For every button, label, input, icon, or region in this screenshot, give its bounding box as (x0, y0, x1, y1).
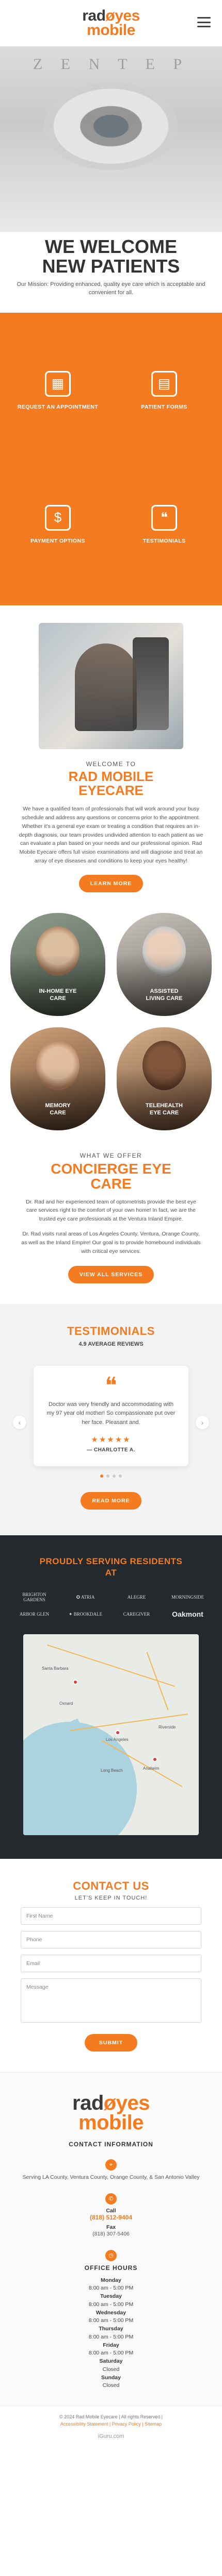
partner-logo: MORNINGSIDE (171, 1595, 204, 1600)
service-area-map[interactable]: Santa Barbara Oxnard Los Angeles Long Be… (23, 1634, 199, 1836)
eye-closeup (44, 82, 178, 170)
footer-logo[interactable]: radøyes mobile (21, 2093, 201, 2133)
contact-subtitle: LET'S KEEP IN TOUCH! (74, 1895, 148, 1902)
services-grid: IN-HOME EYE CARE ASSISTED LIVING CARE MEMO… (0, 912, 222, 1139)
partner-logos: BRIGHTON GARDENS ✪ ATRIA ALEGRE MORNINGS… (12, 1592, 210, 1619)
call-number[interactable]: (818) 512-9404 (21, 2214, 201, 2221)
message-field[interactable]: Message (21, 1978, 201, 2023)
wallet-icon: $ (45, 504, 71, 531)
partner-logo: ✦ BROOKDALE (68, 1612, 103, 1617)
service-memory-care[interactable]: MEMORY CARE (10, 1027, 105, 1130)
welcome-block: WE WELCOME NEW PATIENTS Our Mission: Prov… (0, 232, 222, 313)
testimonials-section: TESTIMONIALS 4.9 AVERAGE REVIEWS ‹ › ❝ D… (0, 1304, 222, 1535)
concierge-text-1: Dr. Rad and her experienced team of opto… (26, 1198, 196, 1223)
testimonials-title: TESTIMONIALS (67, 1325, 155, 1338)
copyright-bar: © 2024 Rad Mobile Eyecare | All rights R… (0, 2405, 222, 2453)
hamburger-menu-icon[interactable] (197, 17, 211, 27)
prev-arrow-icon[interactable]: ‹ (13, 1416, 26, 1430)
serving-section: PROUDLY SERVING RESIDENTS AT BRIGHTON GAR… (0, 1535, 222, 1859)
quote-icon: ❝ (105, 1373, 117, 1399)
learn-more-button[interactable]: LEARN MORE (78, 874, 144, 892)
service-assisted-living[interactable]: ASSISTED LIVING CARE (117, 912, 212, 1016)
carousel-dots[interactable] (15, 1474, 207, 1478)
office-hours-list: Monday 8:00 am - 5:00 PM Tuesday 8:00 am -… (88, 2277, 134, 2389)
testimonial-author: — CHARLOTTE A. (87, 1447, 135, 1453)
office-hours-title: OFFICE HOURS (84, 2264, 138, 2272)
email-field[interactable]: Email (21, 1955, 201, 1973)
partner-logo: Oakmont (172, 1610, 203, 1619)
map-pin-icon[interactable] (73, 1680, 78, 1685)
about-title: RAD MOBILE EYECARE (68, 768, 154, 798)
about-section: WELCOME TO RAD MOBILE EYECARE We have a q… (0, 605, 222, 913)
eye-chart-letters: Z E N T E P (33, 56, 189, 73)
fax-label: Fax (106, 2224, 116, 2230)
location-icon: ⌖ (105, 2159, 117, 2171)
contact-title: CONTACT US (73, 1879, 149, 1893)
clock-icon: ◷ (105, 2249, 117, 2261)
map-city-label: Oxnard (59, 1701, 73, 1706)
call-label: Call (106, 2207, 116, 2214)
partner-logo: CAREGIVER (123, 1612, 150, 1617)
star-rating: ★★★★★ (91, 1435, 131, 1444)
contact-section: CONTACT US LET'S KEEP IN TOUCH! First Na… (0, 1859, 222, 2072)
partner-logo: ALEGRE (127, 1595, 146, 1600)
optometrist-photo (39, 622, 183, 749)
footer: radøyes mobile CONTACT INFORMATION ⌖ Ser… (0, 2072, 222, 2406)
read-more-button[interactable]: READ MORE (81, 1492, 141, 1510)
map-city-label: Los Angeles (106, 1737, 129, 1742)
service-in-home[interactable]: IN-HOME EYE CARE (10, 912, 105, 1016)
tile-patient-forms[interactable]: ▤ PATIENT FORMS (115, 324, 214, 458)
partner-logo: BRIGHTON GARDENS (22, 1591, 46, 1603)
concierge-section: WHAT WE OFFER CONCIERGE EYE CARE Dr. Rad … (0, 1139, 222, 1304)
contact-info-title: CONTACT INFORMATION (69, 2141, 153, 2148)
calendar-icon: ▦ (45, 370, 71, 397)
phone-field[interactable]: Phone (21, 1931, 201, 1949)
copyright-text: © 2024 Rad Mobile Eyecare | All rights R… (59, 2414, 163, 2420)
map-pin-icon[interactable] (152, 1757, 157, 1762)
submit-button[interactable]: SUBMIT (84, 2034, 138, 2052)
testimonial-text: Doctor was very friendly and accommodati… (46, 1401, 176, 1426)
tile-testimonials[interactable]: ❝ TESTIMONIALS (115, 458, 214, 592)
chat-icon: ❝ (151, 504, 177, 531)
quick-links: ▦ REQUEST AN APPOINTMENT ▤ PATIENT FORMS… (0, 312, 222, 605)
fax-number: (818) 307-5406 (92, 2230, 130, 2237)
about-eyebrow: WELCOME TO (86, 760, 136, 768)
service-area-text: Serving LA County, Ventura County, Orang… (22, 2174, 200, 2181)
concierge-title: CONCIERGE EYE CARE (51, 1160, 171, 1192)
map-city-label: Long Beach (101, 1768, 123, 1773)
testimonial-card: ‹ › ❝ Doctor was very friendly and accom… (13, 1366, 209, 1466)
partner-logo: ARBOR GLEN (19, 1612, 50, 1617)
map-pin-icon[interactable] (115, 1730, 120, 1736)
welcome-title: WE WELCOME NEW PATIENTS (42, 236, 180, 277)
about-text: We have a qualified team of professional… (19, 806, 203, 864)
partner-logo: ✪ ATRIA (76, 1595, 95, 1600)
footer-links[interactable]: Accessibility Statement | Privacy Policy… (60, 2421, 162, 2427)
first-name-field[interactable]: First Name (21, 1907, 201, 1925)
developer-credit[interactable]: iGuru.com (10, 2432, 212, 2442)
hero-image: Z E N T E P (0, 46, 222, 232)
document-icon: ▤ (151, 370, 177, 397)
concierge-eyebrow: WHAT WE OFFER (80, 1151, 142, 1159)
tile-request-appointment[interactable]: ▦ REQUEST AN APPOINTMENT (8, 324, 107, 458)
concierge-text-2: Dr. Rad visits rural areas of Los Angele… (21, 1230, 201, 1255)
map-city-label: Anaheim (143, 1766, 160, 1771)
view-all-services-button[interactable]: VIEW ALL SERVICES (68, 1266, 154, 1284)
serving-title: PROUDLY SERVING RESIDENTS AT (39, 1556, 183, 1578)
service-telehealth[interactable]: TELEHEALTH EYE CARE (117, 1027, 212, 1130)
average-reviews: 4.9 AVERAGE REVIEWS (78, 1341, 144, 1348)
map-city-label: Santa Barbara (42, 1666, 69, 1671)
mission-text: Our Mission: Providing enhanced, quality… (17, 281, 205, 296)
next-arrow-icon[interactable]: › (196, 1416, 209, 1430)
tile-payment-options[interactable]: $ PAYMENT OPTIONS (8, 458, 107, 592)
logo[interactable]: radøyes mobile (82, 8, 140, 38)
site-header: radøyes mobile (0, 0, 222, 46)
phone-icon: ✆ (105, 2193, 117, 2205)
map-city-label: Riverside (158, 1725, 176, 1730)
